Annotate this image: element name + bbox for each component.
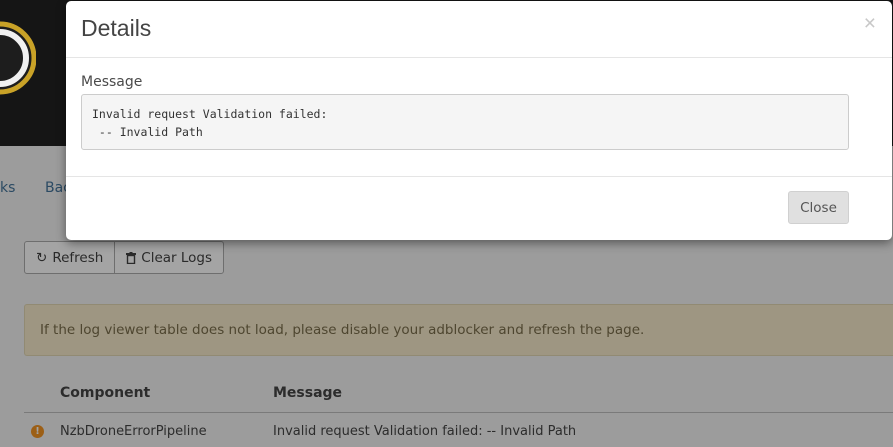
refresh-button[interactable]: ↻ Refresh: [25, 242, 114, 273]
app-logo: [0, 21, 36, 95]
message-label: Message: [81, 74, 143, 90]
refresh-label: Refresh: [52, 249, 104, 266]
trash-icon: [126, 251, 137, 264]
adblock-alert: If the log viewer table does not load, p…: [24, 304, 893, 356]
tab-tasks[interactable]: ks: [0, 180, 15, 196]
close-button[interactable]: Close: [788, 191, 849, 224]
message-text: Invalid request Validation failed: -- In…: [81, 94, 849, 150]
log-toolbar: ↻ Refresh Clear Logs: [24, 241, 225, 274]
column-header-message[interactable]: Message: [273, 385, 342, 401]
modal-body: Message Invalid request Validation faile…: [66, 58, 892, 177]
modal-header: Details ×: [66, 1, 892, 58]
row-message: Invalid request Validation failed: -- In…: [273, 424, 577, 439]
clear-logs-label: Clear Logs: [141, 249, 213, 266]
column-header-component[interactable]: Component: [60, 385, 150, 401]
table-header-divider: [24, 412, 893, 413]
modal-title: Details: [81, 15, 152, 41]
alert-text: If the log viewer table does not load, p…: [40, 322, 645, 338]
clear-logs-button[interactable]: Clear Logs: [114, 242, 223, 273]
row-component: NzbDroneErrorPipeline: [60, 424, 207, 439]
close-icon[interactable]: ×: [864, 13, 876, 34]
warning-icon: !: [31, 425, 44, 438]
details-modal: Details × Message Invalid request Valida…: [66, 1, 892, 240]
refresh-icon: ↻: [36, 249, 48, 266]
